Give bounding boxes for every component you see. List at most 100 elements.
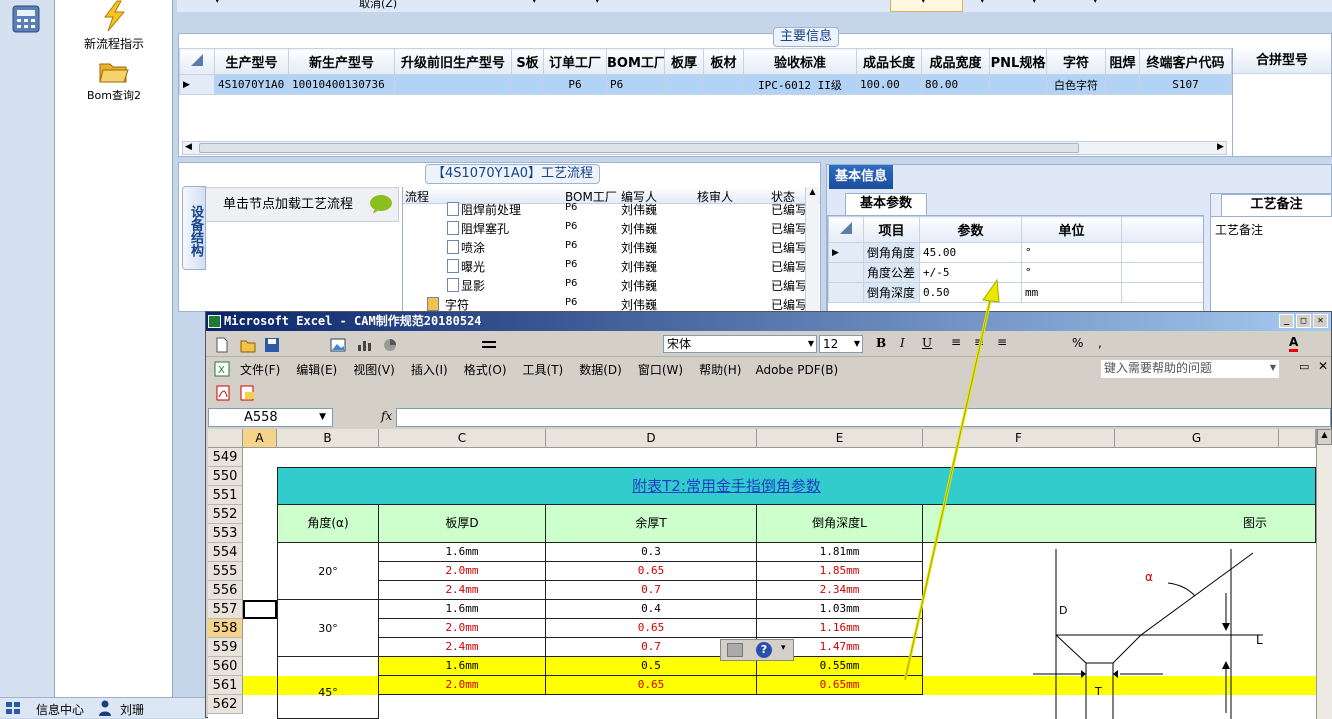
column-header[interactable]: 参数 <box>919 216 1022 243</box>
row-header[interactable]: 562 <box>208 695 243 714</box>
dropdown-arrow-icon[interactable]: ▾ <box>595 0 600 6</box>
open-icon[interactable] <box>240 337 256 353</box>
column-header[interactable]: PNL规格 <box>989 48 1047 75</box>
menu-item[interactable]: 编辑(E) <box>296 363 337 377</box>
info-center-link[interactable]: 信息中心 <box>36 701 84 718</box>
column-header[interactable]: S板 <box>511 48 544 75</box>
column-header[interactable]: 单位 <box>1021 216 1122 243</box>
load-flow-hint[interactable]: 单击节点加载工艺流程 <box>205 187 399 222</box>
column-header[interactable]: 终端客户代码 <box>1139 48 1232 75</box>
table-cell[interactable]: 1.81mm <box>757 543 923 562</box>
merge-model-header[interactable]: 合拼型号 <box>1233 48 1331 74</box>
align-right-icon[interactable]: ≡ <box>997 335 1007 349</box>
param-row[interactable]: 倒角深度 0.50 mm <box>828 282 1203 303</box>
flow-row[interactable]: 阻焊塞孔 P6 刘伟巍 已编写 <box>403 218 805 237</box>
save-icon[interactable] <box>264 337 280 353</box>
column-header[interactable]: BOM工厂 <box>606 48 665 75</box>
calculator-icon[interactable] <box>11 4 41 34</box>
excel-doc-icon[interactable]: X <box>214 361 230 377</box>
table-cell[interactable]: 0.65mm <box>757 676 923 695</box>
angle-cell[interactable]: 30° <box>277 600 379 657</box>
table-cell[interactable]: 0.7 <box>546 581 757 600</box>
table-cell[interactable]: 1.6mm <box>379 657 546 676</box>
column-header[interactable]: 字符 <box>1046 48 1106 75</box>
row-header[interactable]: 560 <box>208 657 243 676</box>
column-header-e[interactable]: E <box>757 429 923 448</box>
table-cell[interactable] <box>664 74 704 95</box>
table-cell[interactable]: 0.65 <box>546 619 757 638</box>
flow-row[interactable]: 曝光 P6 刘伟巍 已编写 <box>403 256 805 275</box>
row-header[interactable]: 556 <box>208 581 243 600</box>
new-icon[interactable] <box>214 337 230 353</box>
param-value[interactable]: +/-5 <box>919 262 1022 283</box>
row-header[interactable]: 549 <box>208 448 243 467</box>
table-cell[interactable]: 2.4mm <box>379 638 546 657</box>
column-header[interactable]: 板厚 <box>664 48 704 75</box>
table-cell[interactable] <box>989 74 1047 95</box>
column-header[interactable]: 成品长度 <box>856 48 922 75</box>
minimize-button[interactable]: _ <box>1279 314 1294 328</box>
chart-icon[interactable] <box>356 337 372 353</box>
table-cell[interactable]: 10010400130736 <box>288 74 395 95</box>
table-cell[interactable]: 2.0mm <box>379 676 546 695</box>
column-header-a[interactable]: A <box>243 429 277 448</box>
row-header[interactable]: 553 <box>208 524 243 543</box>
bold-icon[interactable]: B <box>876 336 886 350</box>
table-cell[interactable]: 1.6mm <box>379 600 546 619</box>
table-cell[interactable] <box>1105 74 1140 95</box>
highlighted-dropdown[interactable]: ▾ <box>890 0 963 12</box>
param-row[interactable]: ▶ 倒角角度 45.00 ° <box>828 242 1203 263</box>
table-row[interactable]: ▶ 4S1070Y1A0 10010400130736 P6 P6 IPC-60… <box>179 74 1232 95</box>
menu-item[interactable]: 窗口(W) <box>638 363 683 377</box>
table-cell[interactable]: IPC-6012 II级 <box>743 74 857 95</box>
active-cell[interactable] <box>243 600 277 619</box>
column-header[interactable]: 验收标准 <box>743 48 857 75</box>
table-cell[interactable]: 2.34mm <box>757 581 923 600</box>
nav-item-new-flow[interactable]: 新流程指示 <box>55 0 173 52</box>
column-header[interactable]: 生产型号 <box>214 48 289 75</box>
select-all-corner[interactable] <box>208 429 243 448</box>
param-row[interactable]: 角度公差 +/-5 ° <box>828 262 1203 283</box>
keyboard-icon[interactable] <box>727 643 743 657</box>
row-header[interactable]: 554 <box>208 543 243 562</box>
row-header[interactable]: 552 <box>208 505 243 524</box>
param-value[interactable]: 0.50 <box>919 282 1022 303</box>
param-value[interactable]: 45.00 <box>919 242 1022 263</box>
pdf-icon[interactable] <box>215 385 231 401</box>
table-cell[interactable]: 80.00 <box>921 74 990 95</box>
menu-item[interactable]: 格式(O) <box>464 363 507 377</box>
table-cell[interactable] <box>703 74 744 95</box>
menu-item[interactable]: 工具(T) <box>523 363 564 377</box>
table-cell[interactable]: 2.0mm <box>379 619 546 638</box>
restore-doc-button[interactable]: ▭ <box>1299 360 1309 373</box>
angle-cell[interactable]: 20° <box>277 543 379 600</box>
table-cell[interactable]: 1.6mm <box>379 543 546 562</box>
nav-item-bom-query[interactable]: Bom查询2 <box>55 58 173 103</box>
flow-row[interactable]: 阻焊前处理 P6 刘伟巍 已编写 <box>403 199 805 218</box>
dropdown-arrow-icon[interactable]: ▾ <box>1093 0 1098 6</box>
table-cell[interactable]: 0.3 <box>546 543 757 562</box>
menu-item[interactable]: 文件(F) <box>240 363 280 377</box>
percent-icon[interactable]: % <box>1072 336 1083 350</box>
tab-basic-info[interactable]: 基本信息 <box>829 165 893 189</box>
cancel-button[interactable]: 取消(Z) <box>359 0 397 11</box>
table-cell[interactable] <box>511 74 544 95</box>
column-header-g[interactable]: G <box>1115 429 1279 448</box>
table-cell[interactable] <box>394 74 512 95</box>
menu-item[interactable]: 视图(V) <box>353 363 395 377</box>
table-cell[interactable]: 0.65 <box>546 562 757 581</box>
column-header-f[interactable]: F <box>923 429 1115 448</box>
font-size-select[interactable]: 12 ▼ <box>819 335 863 353</box>
column-header-d[interactable]: D <box>546 429 757 448</box>
flow-row[interactable]: 喷涂 P6 刘伟巍 已编写 <box>403 237 805 256</box>
table-cell[interactable]: 4S1070Y1A0 <box>214 74 289 95</box>
help-icon[interactable]: ? <box>756 642 772 658</box>
column-header[interactable]: 成品宽度 <box>921 48 990 75</box>
help-search-input[interactable]: 键入需要帮助的问题 ▼ <box>1101 360 1279 378</box>
column-header-b[interactable]: B <box>277 429 379 448</box>
underline-icon[interactable]: U <box>922 336 932 350</box>
menu-item[interactable]: 数据(D) <box>579 363 622 377</box>
table-cell[interactable]: 0.65 <box>546 676 757 695</box>
table-cell[interactable]: 100.00 <box>856 74 922 95</box>
close-doc-button[interactable]: ✕ <box>1318 359 1328 373</box>
